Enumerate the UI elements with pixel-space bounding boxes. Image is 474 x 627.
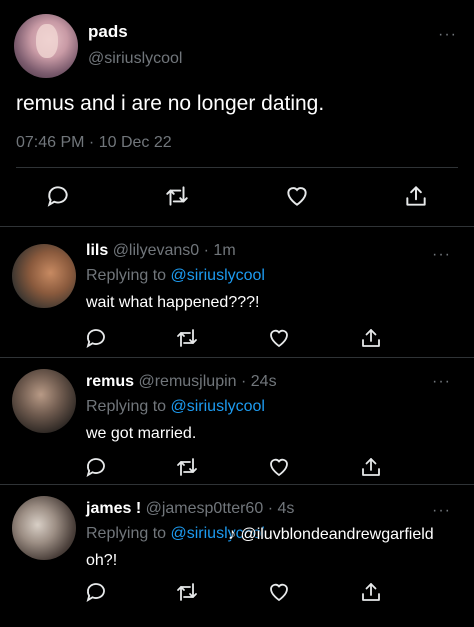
author-name[interactable]: pads <box>88 22 128 42</box>
replying-prefix: Replying to <box>86 525 167 542</box>
author-name[interactable]: remus <box>86 373 134 390</box>
reply-time[interactable]: · 1m <box>204 242 236 259</box>
author-handle[interactable]: @jamesp0tter60 <box>146 500 264 517</box>
heart-icon[interactable] <box>267 455 291 479</box>
share-icon[interactable] <box>359 326 383 350</box>
share-icon[interactable] <box>359 580 383 604</box>
avatar[interactable] <box>12 369 76 433</box>
tweet-text: remus and i are no longer dating. <box>16 92 325 115</box>
retweet-icon[interactable] <box>175 455 199 479</box>
share-icon[interactable] <box>403 183 429 209</box>
heart-icon[interactable] <box>267 580 291 604</box>
replying-to-link[interactable]: @siriuslycool <box>171 267 265 284</box>
reply-text: wait what happened???! <box>86 294 260 311</box>
replying-to-link[interactable]: @siriuslycool <box>171 398 265 415</box>
share-icon[interactable] <box>359 455 383 479</box>
more-options-icon[interactable]: ··· <box>432 246 451 264</box>
replying-prefix: Replying to <box>86 398 167 415</box>
more-options-icon[interactable]: ··· <box>432 373 451 391</box>
replying-to: Replying to @siriuslycool <box>86 267 265 285</box>
divider <box>16 167 458 168</box>
retweet-icon[interactable] <box>175 580 199 604</box>
reply-icon[interactable] <box>84 580 108 604</box>
reply-icon[interactable] <box>84 455 108 479</box>
more-options-icon[interactable]: ··· <box>432 502 451 520</box>
tiktok-logo-icon: ♪ <box>228 526 236 543</box>
reply-tweet: james ! @jamesp0tter60 · 4s ··· Replying… <box>0 486 474 627</box>
avatar[interactable] <box>12 496 76 560</box>
avatar[interactable] <box>14 14 78 78</box>
reply-text: we got married. <box>86 425 197 442</box>
main-tweet: pads @siriuslycool ··· remus and i are n… <box>0 0 474 227</box>
reply-header: james ! @jamesp0tter60 · 4s <box>86 500 294 518</box>
author-handle[interactable]: @siriuslycool <box>88 50 182 68</box>
reply-time[interactable]: · 24s <box>241 373 277 390</box>
reply-icon[interactable] <box>84 326 108 350</box>
reply-tweet: lils @lilyevans0 · 1m ··· Replying to @s… <box>0 228 474 358</box>
heart-icon[interactable] <box>284 183 310 209</box>
retweet-icon[interactable] <box>164 183 190 209</box>
reply-icon[interactable] <box>45 183 71 209</box>
avatar[interactable] <box>12 244 76 308</box>
more-options-icon[interactable]: ··· <box>438 26 457 44</box>
reply-header: remus @remusjlupin · 24s <box>86 373 277 391</box>
reply-header: lils @lilyevans0 · 1m <box>86 242 236 260</box>
retweet-icon[interactable] <box>175 326 199 350</box>
replying-prefix: Replying to <box>86 267 167 284</box>
reply-text: oh?! <box>86 552 118 569</box>
author-handle[interactable]: @lilyevans0 <box>113 242 200 259</box>
replying-to: Replying to @siriuslycool <box>86 398 265 416</box>
tweet-timestamp[interactable]: 07:46 PM · 10 Dec 22 <box>16 134 172 152</box>
reply-tweet: remus @remusjlupin · 24s ··· Replying to… <box>0 359 474 485</box>
author-name[interactable]: james ! <box>86 500 141 517</box>
tiktok-watermark: ♪ @iluvblondeandrewgarfield <box>228 526 434 544</box>
reply-time[interactable]: · 4s <box>268 500 295 517</box>
author-handle[interactable]: @remusjlupin <box>138 373 236 390</box>
watermark-handle: @iluvblondeandrewgarfield <box>240 526 434 543</box>
author-name[interactable]: lils <box>86 242 108 259</box>
heart-icon[interactable] <box>267 326 291 350</box>
